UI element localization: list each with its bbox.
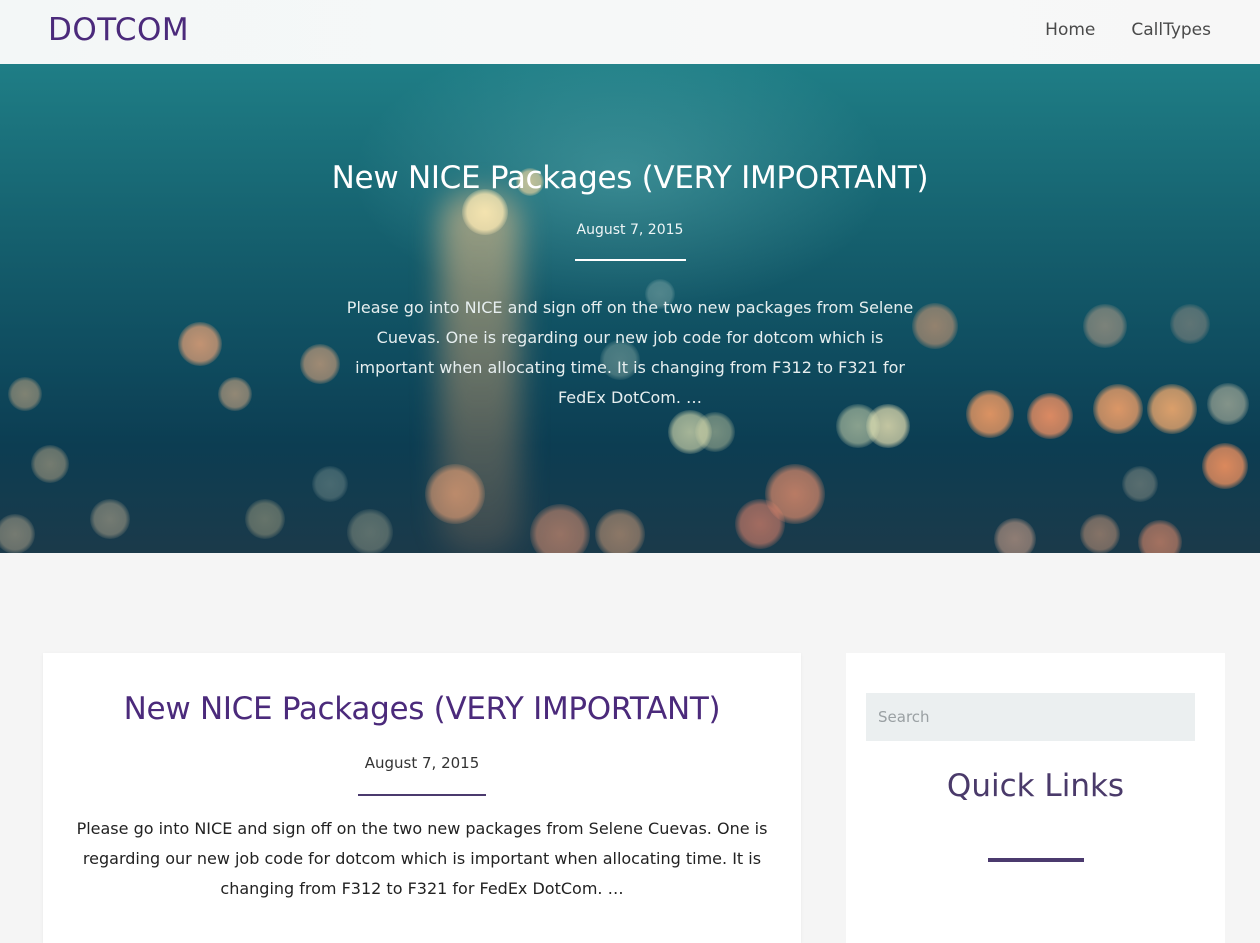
main-menu: Home CallTypes [1045,0,1260,64]
nav-link-calltypes[interactable]: CallTypes [1131,0,1211,64]
site-logo-link[interactable]: DOTCOM [48,12,189,48]
post-date: August 7, 2015 [364,754,480,772]
hero-post-date: August 7, 2015 [576,222,684,238]
quick-links-heading: Quick Links [946,768,1125,804]
featured-post-hero[interactable]: New NICE Packages (VERY IMPORTANT) Augus… [0,64,1260,553]
quick-links-divider [988,858,1084,862]
post-excerpt: Please go into NICE and sign off on the … [76,819,768,898]
post-title-link[interactable]: New NICE Packages (VERY IMPORTANT) [43,691,801,727]
nav-link-home[interactable]: Home [1045,0,1095,64]
hero-post-title[interactable]: New NICE Packages (VERY IMPORTANT) [230,160,1030,196]
search-input[interactable] [866,693,1195,741]
post-card: New NICE Packages (VERY IMPORTANT) Augus… [43,653,801,943]
hero-post-excerpt: Please go into NICE and sign off on the … [346,298,914,407]
hero-divider [575,259,686,261]
sidebar: Quick Links [846,653,1225,943]
post-divider [358,794,486,796]
hero-content: New NICE Packages (VERY IMPORTANT) Augus… [0,64,1260,553]
top-navigation: DOTCOM Home CallTypes [0,0,1260,64]
